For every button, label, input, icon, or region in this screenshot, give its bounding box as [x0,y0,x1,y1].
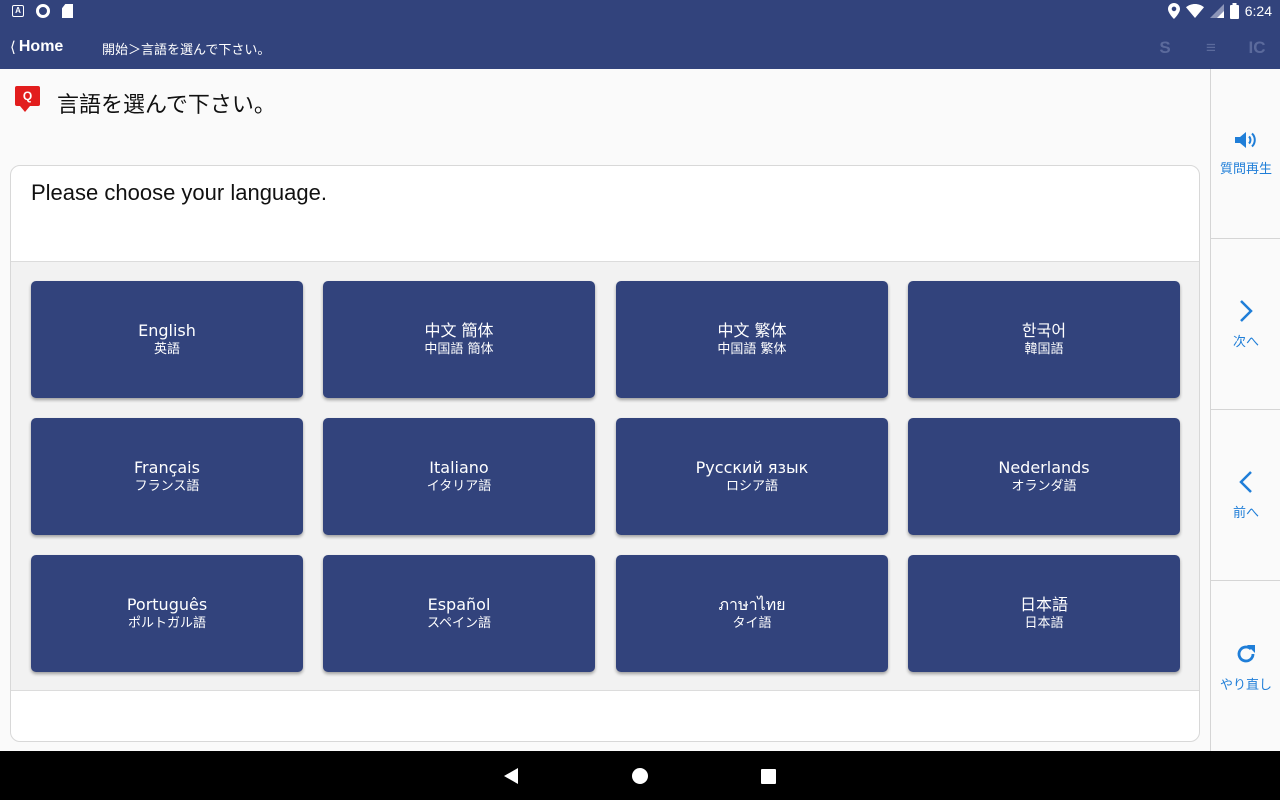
language-button-chinese-traditional[interactable]: 中文 繁体 中国語 繁体 [616,281,888,398]
wifi-icon [1185,4,1204,18]
circle-icon [36,4,50,18]
redo-label: やり直し [1219,677,1272,693]
language-subtitle: ロシア語 [725,479,778,494]
question-badge-icon: Q [15,86,40,112]
back-triangle-icon[interactable] [504,768,518,784]
question-prompt: Please choose your language. [31,180,327,205]
language-button-english[interactable]: English 英語 [31,281,303,398]
home-circle-icon[interactable] [632,768,648,784]
previous-button[interactable]: 前へ [1211,411,1280,581]
refresh-icon [1237,644,1255,662]
language-name: Русский язык [695,458,809,477]
language-name: 中文 簡体 [424,321,494,340]
keyboard-a-icon: A [12,5,24,17]
chevron-right-icon [1240,300,1253,322]
language-name: Français [134,458,200,477]
language-button-chinese-simplified[interactable]: 中文 簡体 中国語 簡体 [323,281,595,398]
next-label: 次へ [1232,335,1259,350]
clock: 6:24 [1244,3,1272,19]
language-name: Español [427,595,491,614]
language-subtitle: 日本語 [1024,616,1064,631]
language-button-japanese[interactable]: 日本語 日本語 [908,555,1180,672]
ic-button[interactable]: IC [1234,26,1280,69]
app-bar: ⟨ Home 開始＞言語を選んで下さい。 S ≡ IC [0,26,1280,69]
language-button-portuguese[interactable]: Português ポルトガル語 [31,555,303,672]
home-button[interactable]: ⟨ Home [10,38,63,56]
chevron-left-icon [1239,471,1252,493]
language-subtitle: 英語 [153,342,180,357]
language-name: 한국어 [1021,321,1067,340]
language-name: ภาษาไทย [718,595,786,614]
language-name: Nederlands [998,458,1090,477]
language-button-french[interactable]: Français フランス語 [31,418,303,535]
back-chevron-icon: ⟨ [10,39,16,56]
right-action-rail: 質問再生 次へ 前へ やり直し [1210,69,1280,751]
language-subtitle: ポルトガル語 [127,616,206,631]
menu-button[interactable]: ≡ [1188,26,1234,69]
language-name: 中文 繁体 [717,321,787,340]
main-content: Q 言語を選んで下さい。 Please choose your language… [0,69,1210,751]
previous-label: 前へ [1232,506,1259,521]
language-subtitle: 中国語 簡体 [424,342,494,357]
battery-icon [1229,3,1239,19]
redo-button[interactable]: やり直し [1211,582,1280,752]
language-subtitle: 韓国語 [1024,342,1064,357]
next-button[interactable]: 次へ [1211,240,1280,410]
language-subtitle: フランス語 [134,479,200,494]
page-title: 言語を選んで下さい。 [57,93,276,118]
language-button-russian[interactable]: Русский язык ロシア語 [616,418,888,535]
language-name: 日本語 [1019,595,1068,614]
language-button-korean[interactable]: 한국어 韓国語 [908,281,1180,398]
language-button-italian[interactable]: Italiano イタリア語 [323,418,595,535]
system-nav-bar [0,751,1280,800]
sd-card-icon [62,4,73,18]
language-subtitle: イタリア語 [426,479,492,494]
speaker-icon [1235,132,1256,148]
language-button-dutch[interactable]: Nederlands オランダ語 [908,418,1180,535]
question-card: Please choose your language. English 英語 … [10,165,1200,742]
replay-label: 質問再生 [1219,162,1272,177]
language-name: English [138,321,196,340]
location-icon [1167,3,1180,19]
language-name: Italiano [429,458,489,477]
s-button[interactable]: S [1142,26,1188,69]
recents-square-icon[interactable] [761,769,776,784]
language-button-spanish[interactable]: Español スペイン語 [323,555,595,672]
language-subtitle: タイ語 [732,616,772,631]
breadcrumb: 開始＞言語を選んで下さい。 [102,43,271,58]
language-name: Português [126,595,208,614]
language-subtitle: オランダ語 [1011,479,1077,494]
status-bar: A 6:24 [0,0,1280,26]
language-button-thai[interactable]: ภาษาไทย タイ語 [616,555,888,672]
replay-question-button[interactable]: 質問再生 [1211,69,1280,239]
signal-icon [1209,4,1224,18]
language-grid: English 英語 中文 簡体 中国語 簡体 中文 繁体 中国語 繁体 한국어… [11,261,1199,691]
language-subtitle: スペイン語 [426,616,492,631]
language-subtitle: 中国語 繁体 [717,342,787,357]
home-label: Home [18,38,64,55]
